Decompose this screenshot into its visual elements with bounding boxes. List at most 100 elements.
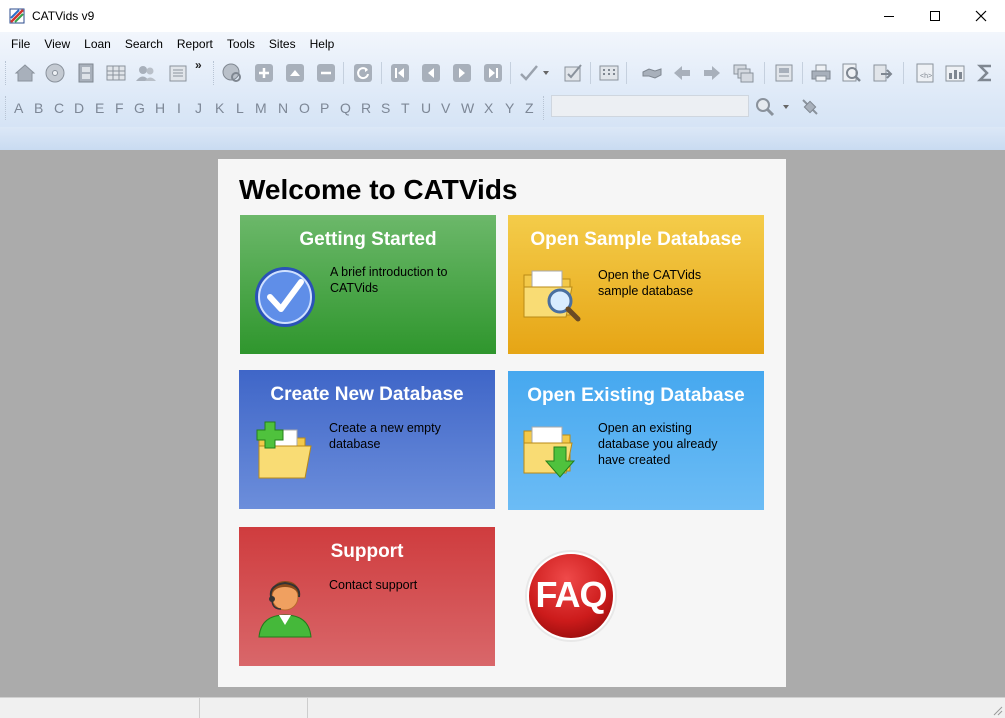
next-record-button[interactable]	[450, 61, 474, 85]
statistics-button[interactable]	[943, 61, 967, 85]
checklist-button[interactable]	[561, 61, 585, 85]
printer-icon	[811, 64, 831, 82]
delete-record-button[interactable]	[314, 61, 338, 85]
support-agent-icon	[258, 581, 312, 638]
check-button[interactable]	[517, 61, 541, 85]
connect-button[interactable]	[798, 95, 822, 119]
letter-m[interactable]: M	[255, 100, 267, 116]
html-report-button[interactable]: <h>	[913, 61, 937, 85]
letter-f[interactable]: F	[115, 100, 124, 116]
menu-search[interactable]: Search	[118, 32, 170, 56]
window-title: CATVids v9	[32, 9, 95, 23]
menu-view[interactable]: View	[37, 32, 77, 56]
previous-record-button[interactable]	[419, 61, 443, 85]
letter-k[interactable]: K	[215, 100, 224, 116]
tile-title: Create New Database	[270, 384, 464, 405]
letter-v[interactable]: V	[441, 100, 450, 116]
letter-w[interactable]: W	[461, 100, 474, 116]
letter-y[interactable]: Y	[505, 100, 514, 116]
letter-t[interactable]: T	[401, 100, 410, 116]
letter-b[interactable]: B	[34, 100, 43, 116]
minimize-button[interactable]	[866, 0, 912, 32]
letter-z[interactable]: Z	[525, 100, 534, 116]
handshake-button[interactable]	[640, 61, 664, 85]
export-icon	[873, 64, 893, 82]
letter-a[interactable]: A	[14, 100, 23, 116]
maximize-button[interactable]	[912, 0, 958, 32]
alphabet-grip[interactable]	[5, 96, 9, 120]
keypad-button[interactable]	[597, 61, 621, 85]
menu-sites[interactable]: Sites	[262, 32, 303, 56]
check-dropdown-button[interactable]	[539, 61, 553, 85]
toolbar-separator	[626, 62, 627, 84]
letter-q[interactable]: Q	[340, 100, 351, 116]
letter-e[interactable]: E	[95, 100, 104, 116]
handshake-icon	[642, 68, 662, 79]
toolbar-separator	[903, 62, 904, 84]
last-record-button[interactable]	[481, 61, 505, 85]
letter-n[interactable]: N	[278, 100, 288, 116]
search-grip[interactable]	[543, 96, 547, 120]
film-button[interactable]	[74, 61, 98, 85]
print-button[interactable]	[809, 61, 833, 85]
letter-x[interactable]: X	[484, 100, 493, 116]
letter-c[interactable]: C	[54, 100, 64, 116]
search-dropdown-button[interactable]	[779, 95, 793, 119]
letter-p[interactable]: P	[320, 100, 329, 116]
letter-i[interactable]: I	[177, 100, 181, 116]
create-new-database-tile[interactable]: Create New Database Create a new empty da…	[239, 370, 495, 509]
toolbar-grip-2[interactable]	[213, 61, 217, 85]
toolbar-grip[interactable]	[5, 61, 9, 85]
toolbar-overflow-chevron[interactable]: »	[195, 58, 202, 72]
home-button[interactable]	[13, 61, 37, 85]
forward-button[interactable]	[700, 61, 724, 85]
menu-tools[interactable]: Tools	[220, 32, 262, 56]
getting-started-tile[interactable]: Getting Started A brief introduction to C…	[240, 215, 496, 354]
letter-s[interactable]: S	[381, 100, 390, 116]
letter-j[interactable]: J	[195, 100, 202, 116]
search-icon	[756, 98, 775, 117]
menu-report[interactable]: Report	[170, 32, 220, 56]
letter-h[interactable]: H	[155, 100, 165, 116]
list-button[interactable]	[166, 61, 190, 85]
open-sample-database-tile[interactable]: Open Sample Database Open the CATVids sam…	[508, 215, 764, 354]
resize-grip-icon[interactable]	[991, 704, 1003, 716]
search-button[interactable]	[753, 95, 777, 119]
faq-button[interactable]: FAQ	[524, 549, 618, 643]
first-record-button[interactable]	[388, 61, 412, 85]
disc-button[interactable]	[43, 61, 67, 85]
letter-o[interactable]: O	[299, 100, 310, 116]
sum-button[interactable]	[974, 61, 998, 85]
letter-u[interactable]: U	[421, 100, 431, 116]
chevron-down-icon	[543, 71, 549, 75]
tile-title: Open Existing Database	[527, 385, 745, 406]
support-tile[interactable]: Support Contact support	[239, 527, 495, 666]
grid-view-button[interactable]	[104, 61, 128, 85]
plus-icon	[255, 64, 273, 82]
tile-title: Getting Started	[299, 229, 437, 250]
tile-description: Create a new empty database	[329, 421, 441, 451]
globe-button[interactable]	[220, 61, 244, 85]
add-record-button[interactable]	[252, 61, 276, 85]
close-button[interactable]	[958, 0, 1004, 32]
letter-d[interactable]: D	[74, 100, 84, 116]
search-input[interactable]	[551, 95, 749, 117]
menu-loan[interactable]: Loan	[77, 32, 118, 56]
export-button[interactable]	[870, 61, 894, 85]
title-bar: CATVids v9	[0, 0, 1005, 32]
menu-help[interactable]: Help	[303, 32, 342, 56]
back-button[interactable]	[670, 61, 694, 85]
refresh-button[interactable]	[351, 61, 375, 85]
letter-r[interactable]: R	[361, 100, 371, 116]
users-button[interactable]	[134, 61, 158, 85]
move-up-button[interactable]	[283, 61, 307, 85]
windows-button[interactable]	[731, 61, 755, 85]
status-panel-2	[200, 698, 308, 718]
chevron-down-icon	[783, 105, 789, 109]
letter-g[interactable]: G	[134, 100, 145, 116]
menu-file[interactable]: File	[4, 32, 37, 56]
letter-l[interactable]: L	[236, 100, 244, 116]
open-existing-database-tile[interactable]: Open Existing Database Open an existing d…	[508, 371, 764, 510]
print-preview-button[interactable]	[839, 61, 863, 85]
document-button[interactable]	[772, 61, 796, 85]
